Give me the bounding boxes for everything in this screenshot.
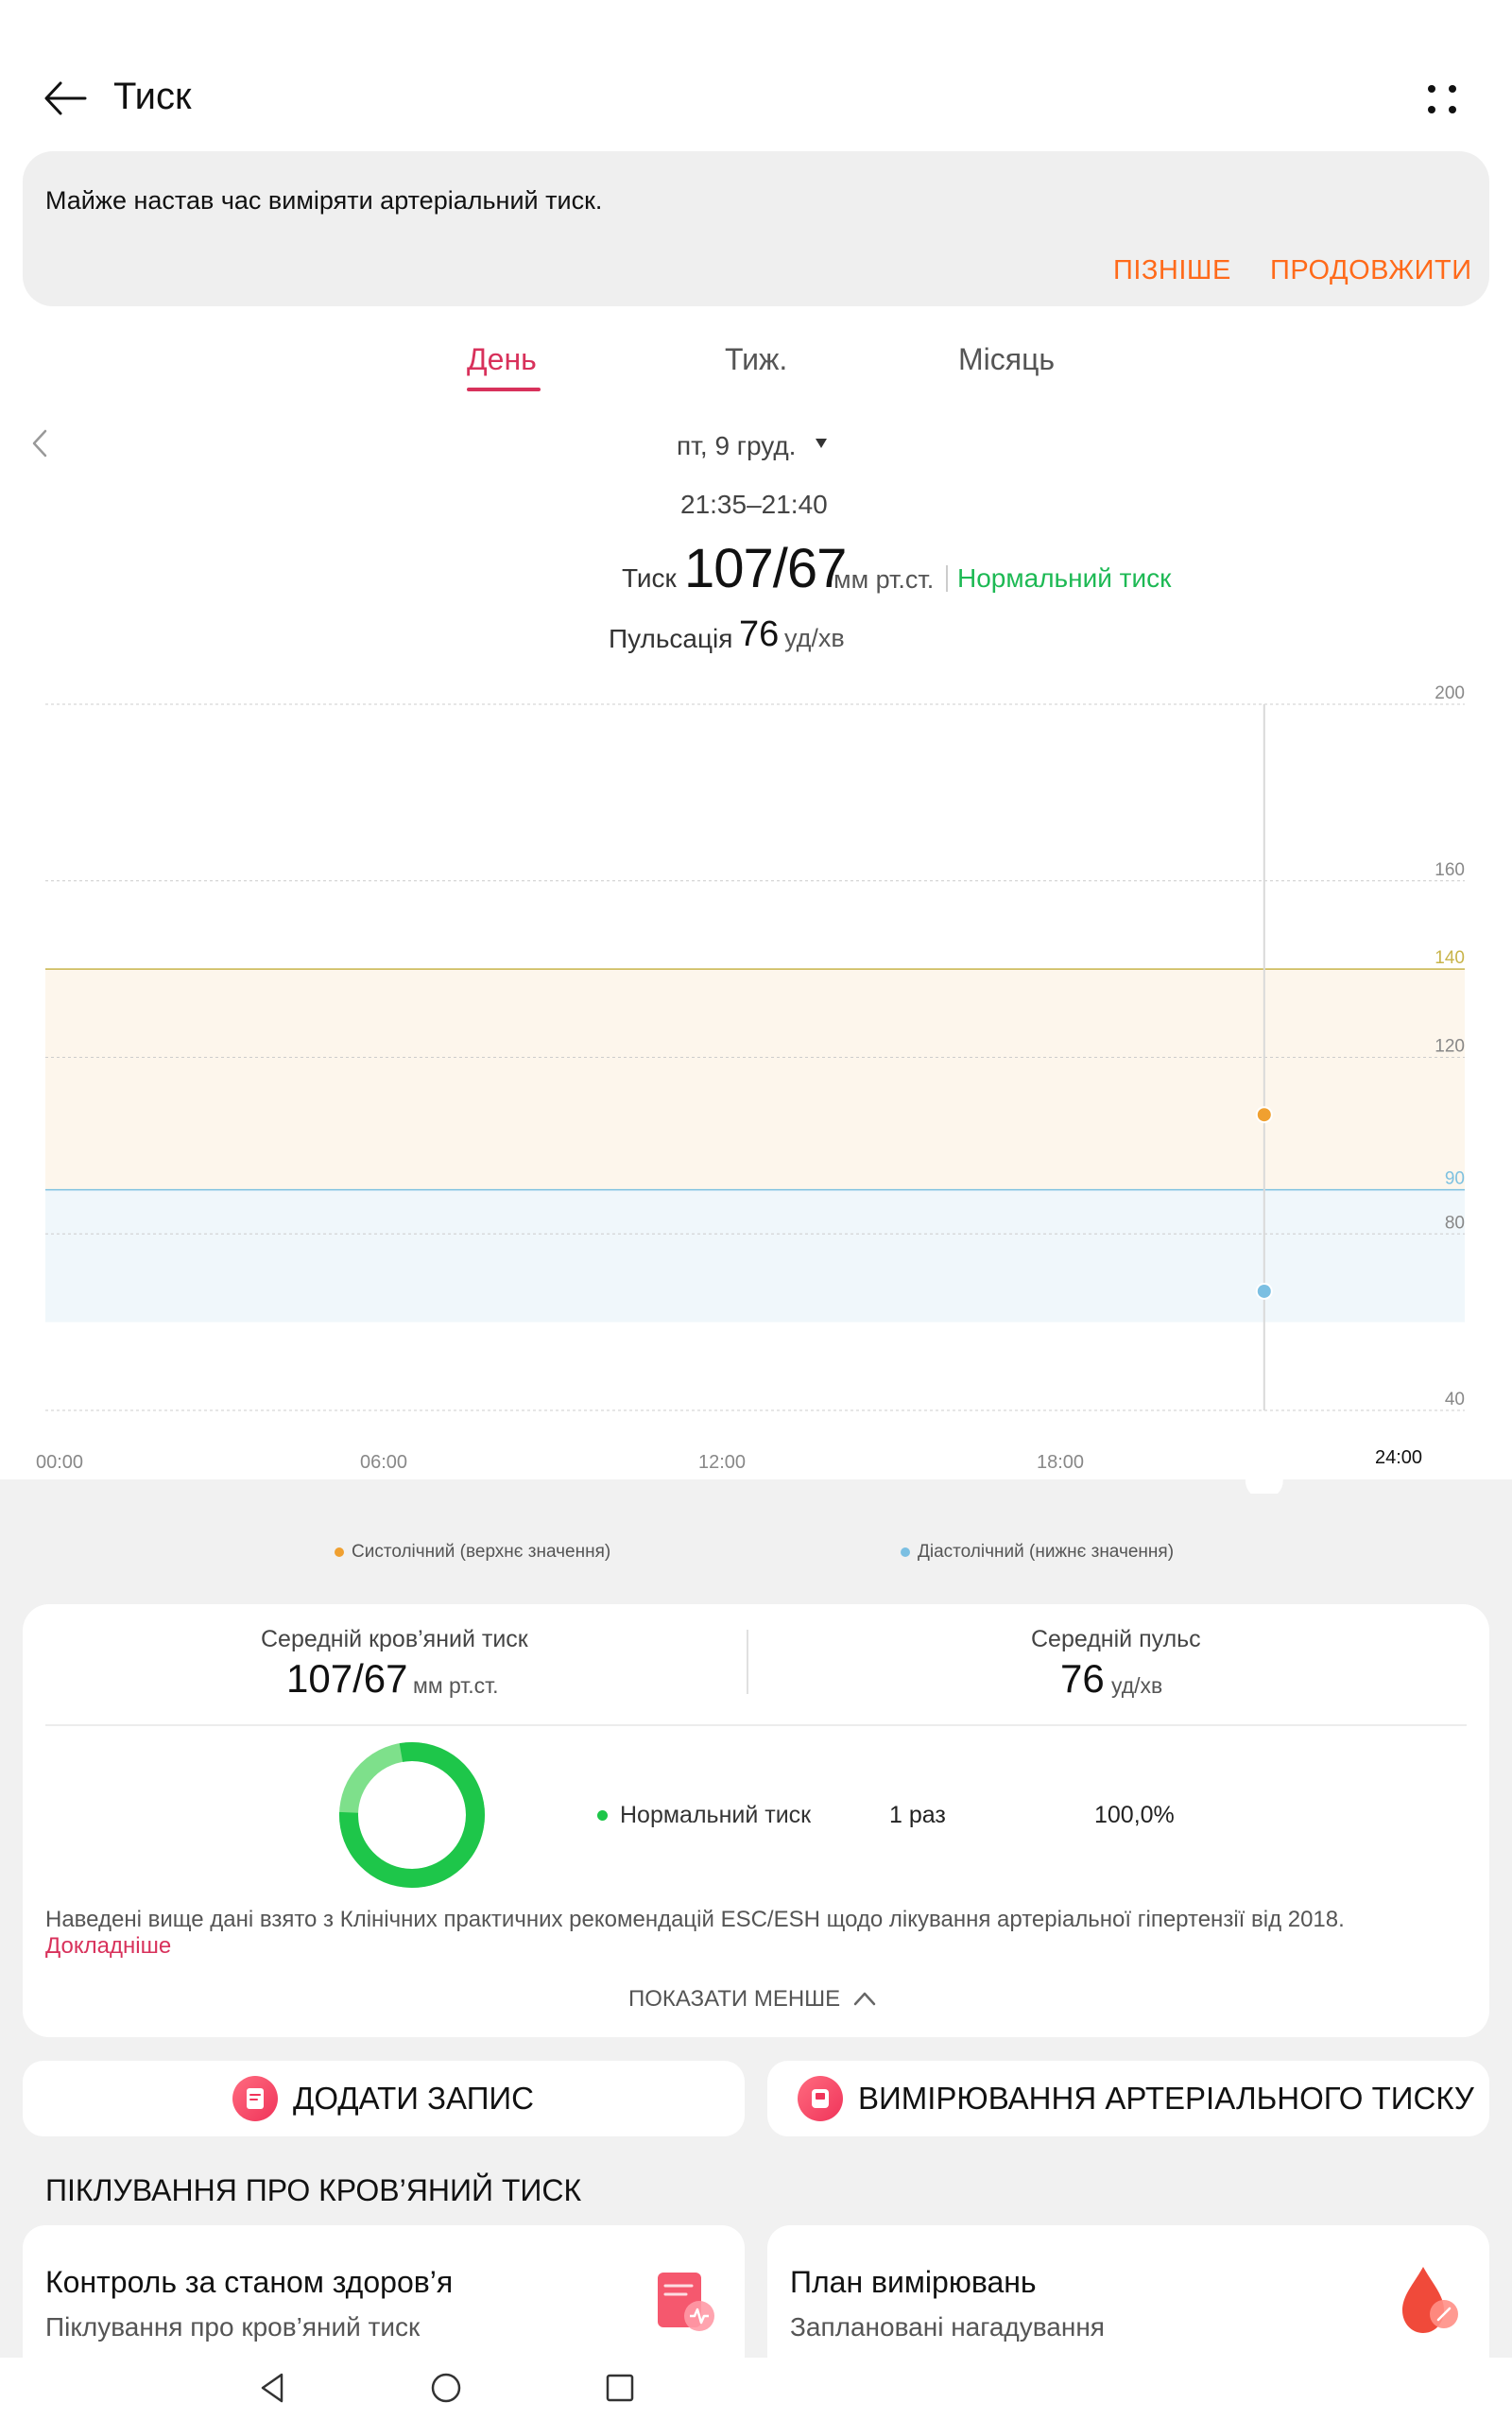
- measurement-plan-subtitle: Заплановані нагадування: [790, 2312, 1105, 2342]
- bp-value: 107/67: [684, 538, 847, 599]
- legend-diastolic: Діастолічний (нижнє значення): [901, 1542, 1174, 1563]
- back-arrow-icon[interactable]: [42, 78, 91, 119]
- y-tick-label: 200: [1435, 683, 1465, 703]
- tab-selected-indicator: [467, 388, 541, 391]
- page-title: Тиск: [113, 76, 192, 117]
- distribution-donut-chart: [339, 1742, 485, 1888]
- add-record-icon: [232, 2076, 278, 2121]
- y-tick-label: 140: [1435, 948, 1465, 968]
- system-nav-bar: [0, 2358, 1512, 2420]
- y-tick-label: 90: [1445, 1169, 1465, 1189]
- y-tick-label: 40: [1445, 1390, 1465, 1409]
- more-options-icon[interactable]: [1422, 79, 1464, 121]
- learn-more-link[interactable]: Докладніше: [45, 1933, 171, 1960]
- nav-recent-apps-icon[interactable]: [601, 2369, 639, 2407]
- avg-bp-value: 107/67: [286, 1656, 408, 1701]
- avg-pulse-unit: уд/хв: [1111, 1673, 1163, 1698]
- chevron-up-icon[interactable]: [852, 1989, 877, 2008]
- pulse-value: 76: [739, 614, 780, 654]
- health-control-title: Контроль за станом здоров’я: [45, 2265, 454, 2299]
- pulse-unit: уд/хв: [784, 624, 845, 652]
- legend-dot-icon: [335, 1547, 344, 1557]
- measurement-plan-title: План вимірювань: [790, 2265, 1037, 2299]
- nav-home-icon[interactable]: [427, 2369, 465, 2407]
- show-less-button[interactable]: ПОКАЗАТИ МЕНШЕ: [628, 1986, 840, 2013]
- pulse-label: Пульсація: [609, 624, 733, 653]
- add-record-label: ДОДАТИ ЗАПИС: [293, 2081, 534, 2116]
- date-selector[interactable]: пт, 9 груд.: [677, 431, 796, 461]
- avg-bp-label: Середній кров’яний тиск: [261, 1626, 528, 1652]
- tab-day[interactable]: День: [467, 342, 537, 377]
- avg-bp-unit: мм рт.ст.: [413, 1673, 499, 1698]
- disclaimer-text: Наведені вище дані взято з Клінічних пра…: [45, 1907, 1345, 1932]
- avg-pulse-label: Середній пульс: [1031, 1626, 1201, 1652]
- divider: [45, 1724, 1467, 1726]
- nav-back-icon[interactable]: [253, 2369, 291, 2407]
- continue-button[interactable]: ПРОДОВЖИТИ: [1270, 255, 1472, 286]
- health-control-subtitle: Піклування про кров’яний тиск: [45, 2312, 421, 2342]
- status-dot-icon: [597, 1810, 608, 1821]
- legend-dot-icon: [901, 1547, 910, 1557]
- bp-unit: мм рт.ст.: [833, 565, 935, 594]
- x-tick-label: 18:00: [1037, 1452, 1084, 1473]
- separator: [946, 565, 948, 592]
- x-tick-label: 00:00: [36, 1452, 83, 1473]
- stat-percent: 100,0%: [1094, 1802, 1175, 1828]
- elevated-zone: [45, 969, 1465, 1190]
- reminder-text: Майже настав час виміряти артеріальний т…: [45, 186, 603, 215]
- y-tick-label: 160: [1435, 860, 1465, 880]
- dropdown-triangle-icon[interactable]: [815, 438, 828, 449]
- y-tick-label: 120: [1435, 1037, 1465, 1057]
- chevron-left-icon[interactable]: [28, 427, 53, 459]
- later-button[interactable]: ПІЗНІШЕ: [1113, 255, 1231, 286]
- legend-systolic-label: Систолічний (верхнє значення): [352, 1542, 611, 1562]
- legend-systolic: Систолічний (верхнє значення): [335, 1542, 610, 1563]
- divider: [747, 1630, 748, 1694]
- section-heading: ПІКЛУВАННЯ ПРО КРОВ’ЯНИЙ ТИСК: [45, 2173, 582, 2207]
- y-tick-label: 80: [1445, 1213, 1465, 1233]
- blood-drop-icon: [1402, 2267, 1458, 2333]
- health-report-icon: [658, 2273, 714, 2331]
- bp-label: Тиск: [622, 563, 677, 593]
- measure-bp-label: ВИМІРЮВАННЯ АРТЕРІАЛЬНОГО ТИСКУ: [858, 2081, 1474, 2116]
- avg-pulse-value: 76: [1060, 1656, 1105, 1701]
- bp-chart[interactable]: 200 160 140 120 90 80 40 00:00 06:00 12:00 18:00 24…: [0, 662, 1512, 1494]
- legend-diastolic-label: Діастолічний (нижнє значення): [918, 1542, 1175, 1562]
- data-point: [1257, 1108, 1271, 1122]
- bp-status: Нормальний тиск: [957, 563, 1172, 593]
- stat-count: 1 раз: [889, 1802, 946, 1828]
- x-tick-label: 24:00: [1375, 1447, 1422, 1468]
- data-point: [1257, 1284, 1271, 1298]
- bp-monitor-icon: [798, 2076, 843, 2121]
- tab-month[interactable]: Місяць: [958, 342, 1055, 377]
- stat-name: Нормальний тиск: [620, 1802, 812, 1828]
- time-range: 21:35–21:40: [680, 490, 828, 519]
- normal-zone: [45, 1189, 1465, 1322]
- x-tick-label: 06:00: [360, 1452, 407, 1473]
- x-tick-label: 12:00: [698, 1452, 746, 1473]
- tab-week[interactable]: Тиж.: [725, 342, 787, 377]
